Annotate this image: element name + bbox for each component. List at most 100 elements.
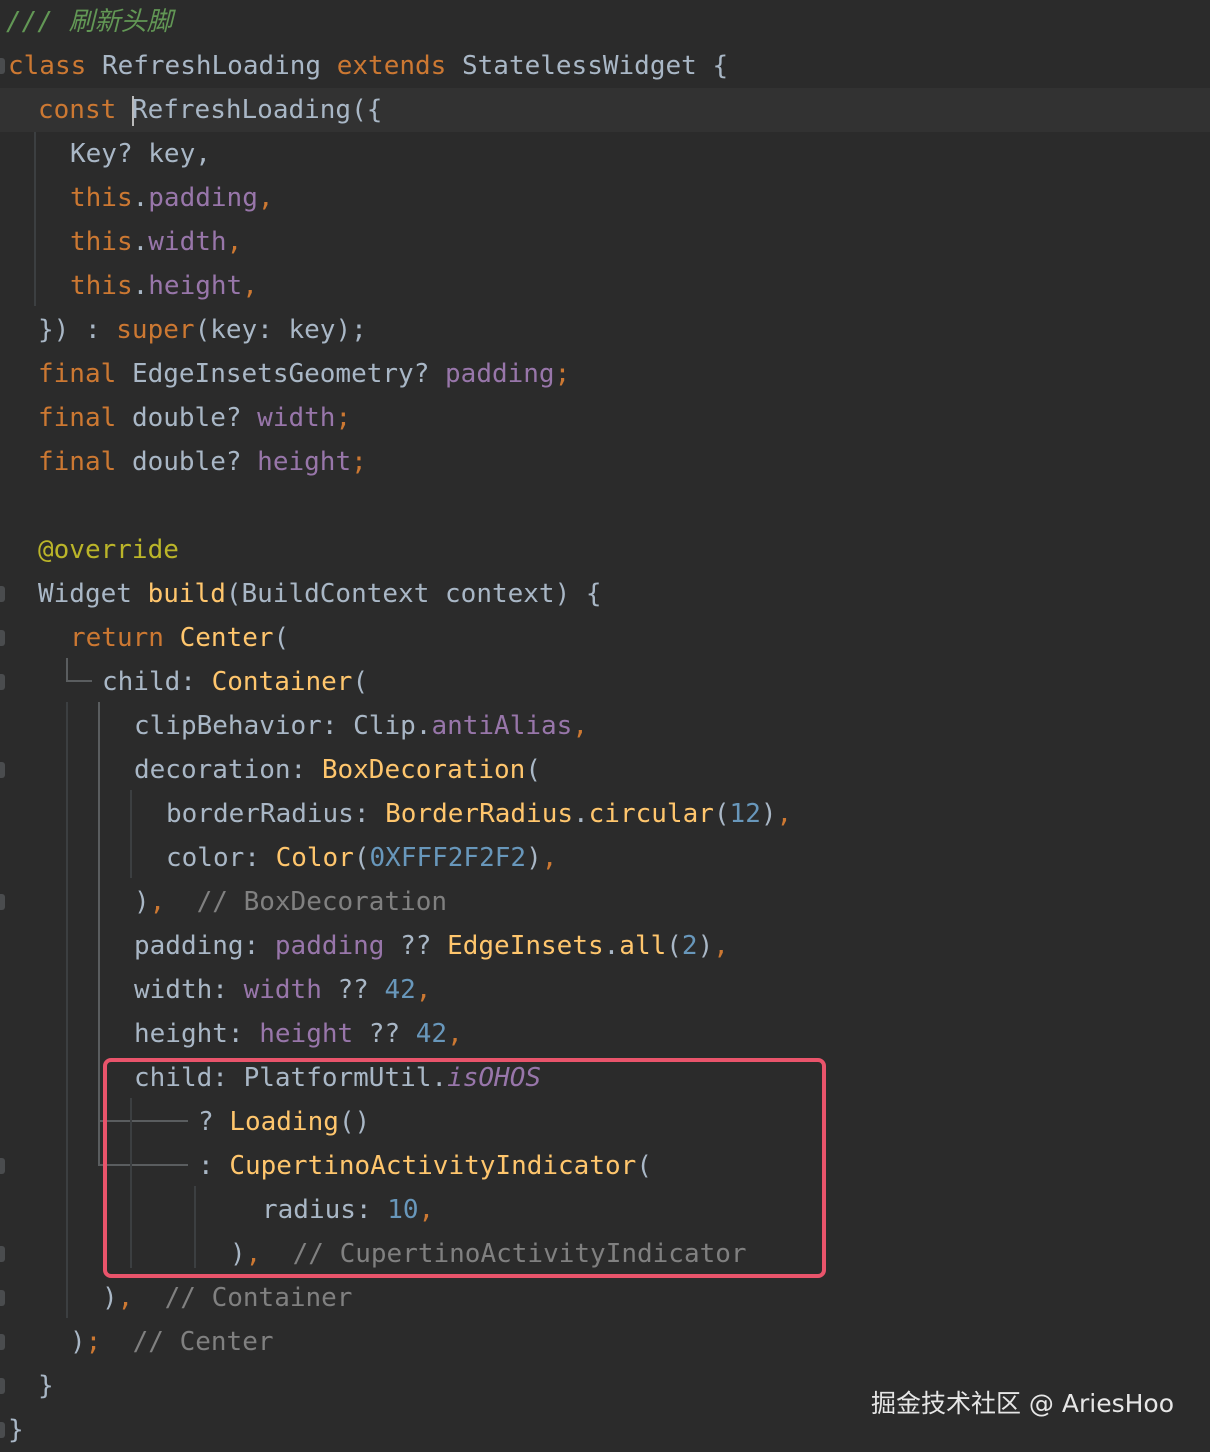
param-label: clipBehavior:	[134, 711, 354, 741]
color-class: Color	[275, 843, 354, 873]
punct: ({	[351, 95, 383, 125]
keyword-class: class	[8, 51, 87, 81]
param-label: child:	[102, 667, 212, 697]
code-line[interactable]: child: Container(	[0, 660, 1210, 704]
punct: (	[525, 755, 541, 785]
punct: }) :	[38, 315, 117, 345]
closing-label-comment: // Center	[132, 1327, 274, 1357]
punct: ;	[85, 1327, 102, 1357]
keyword-this: this	[70, 271, 133, 301]
code-line[interactable]: decoration: BoxDecoration(	[0, 748, 1210, 792]
punct: ,	[572, 711, 588, 741]
punct: ;	[351, 447, 367, 477]
color-literal: 0XFFF2F2F2	[369, 843, 527, 873]
punct: ,	[447, 1019, 463, 1049]
code-line[interactable]: final EdgeInsetsGeometry? padding;	[0, 352, 1210, 396]
punct: (	[713, 799, 730, 829]
punct: )	[526, 843, 542, 873]
code-line[interactable]: clipBehavior: Clip.antiAlias,	[0, 704, 1210, 748]
punct: ,	[226, 227, 243, 257]
highlight-box	[103, 1058, 826, 1278]
code-line[interactable]: final double? height;	[0, 440, 1210, 484]
punct: )	[70, 1327, 86, 1357]
code-line[interactable]: color: Color(0XFFF2F2F2),	[0, 836, 1210, 880]
super-class: StatelessWidget	[461, 51, 697, 81]
code-line[interactable]: ); // Center	[0, 1320, 1210, 1364]
punct: )	[697, 931, 714, 961]
edge-insets-class: EdgeInsets	[447, 931, 604, 961]
operator: ??	[353, 1019, 416, 1049]
code-line[interactable]: Widget build(BuildContext context) {	[0, 572, 1210, 616]
param-label: width:	[134, 975, 244, 1005]
code-line[interactable]: borderRadius: BorderRadius.circular(12),	[0, 792, 1210, 836]
punct: (	[353, 843, 370, 873]
field-padding: padding	[445, 359, 555, 389]
punct: ,	[713, 931, 729, 961]
code-line[interactable]: this.height,	[0, 264, 1210, 308]
widget-container: Container	[211, 667, 353, 697]
code-editor[interactable]: /// 刷新头脚 class RefreshLoading extends St…	[0, 0, 1210, 1452]
brace: {	[696, 51, 729, 81]
operator: ??	[321, 975, 385, 1005]
keyword-final: final	[38, 447, 117, 477]
clip-class: Clip	[353, 711, 416, 741]
punct: ,	[415, 975, 432, 1005]
punct: )	[760, 799, 777, 829]
keyword-this: this	[70, 183, 133, 213]
code-line[interactable]: }) : super(key: key);	[0, 308, 1210, 352]
code-line-current[interactable]: const RefreshLoading({	[0, 88, 1210, 132]
punct: (	[352, 667, 369, 697]
punct: ,	[242, 271, 258, 301]
watermark: 掘金技术社区 @ AriesHoo	[870, 1389, 1174, 1418]
keyword-final: final	[38, 359, 117, 389]
punct: ,	[149, 887, 166, 917]
param-label: decoration:	[134, 755, 322, 785]
punct: ,	[776, 799, 793, 829]
annotation-override: @override	[38, 535, 179, 565]
class-name: RefreshLoading	[101, 51, 322, 81]
field-padding: padding	[274, 931, 385, 961]
punct: ,	[541, 843, 558, 873]
keyword-extends: extends	[336, 51, 447, 81]
code-line[interactable]: width: width ?? 42,	[0, 968, 1210, 1012]
field-width: width	[148, 227, 227, 257]
param-label: color:	[166, 843, 276, 873]
type-name: double?	[131, 447, 242, 477]
code-line[interactable]: this.padding,	[0, 176, 1210, 220]
code-line[interactable]: this.width,	[0, 220, 1210, 264]
code-line[interactable]: Key? key,	[0, 132, 1210, 176]
field-width: width	[243, 975, 322, 1005]
param-label: padding:	[134, 931, 275, 961]
keyword-const: const	[38, 95, 117, 125]
method-build: build	[147, 579, 226, 609]
field-height: height	[257, 447, 352, 477]
closing-label-comment: // BoxDecoration	[196, 887, 448, 917]
code-line[interactable]: final double? width;	[0, 396, 1210, 440]
number-literal: 42	[415, 1019, 448, 1049]
code-line[interactable]: padding: padding ?? EdgeInsets.all(2),	[0, 924, 1210, 968]
code-line[interactable]: return Center(	[0, 616, 1210, 660]
punct: ,	[117, 1283, 134, 1313]
punct: ,	[257, 183, 274, 213]
code-line[interactable]: ), // Container	[0, 1276, 1210, 1320]
brace: }	[8, 1415, 24, 1445]
code-line[interactable]: ), // BoxDecoration	[0, 880, 1210, 924]
punct: (	[273, 623, 290, 653]
number-literal: 12	[729, 799, 761, 829]
super-args: (key: key);	[194, 315, 367, 345]
build-args: (BuildContext context) {	[225, 579, 602, 609]
code-line[interactable]: /// 刷新头脚	[0, 0, 1210, 44]
keyword-super: super	[116, 315, 195, 345]
number-literal: 42	[384, 975, 416, 1005]
code-line[interactable]: class RefreshLoading extends StatelessWi…	[0, 44, 1210, 88]
type-name: EdgeInsetsGeometry?	[131, 359, 430, 389]
method-all: all	[619, 931, 667, 961]
field-padding: padding	[148, 183, 258, 213]
code-line[interactable]: @override	[0, 528, 1210, 572]
punct: ;	[554, 359, 571, 389]
enum-antialias: antiAlias	[431, 711, 573, 741]
punct: (	[666, 931, 682, 961]
number-literal: 2	[681, 931, 698, 961]
code-line[interactable]: height: height ?? 42,	[0, 1012, 1210, 1056]
border-radius-class: BorderRadius	[385, 799, 573, 829]
